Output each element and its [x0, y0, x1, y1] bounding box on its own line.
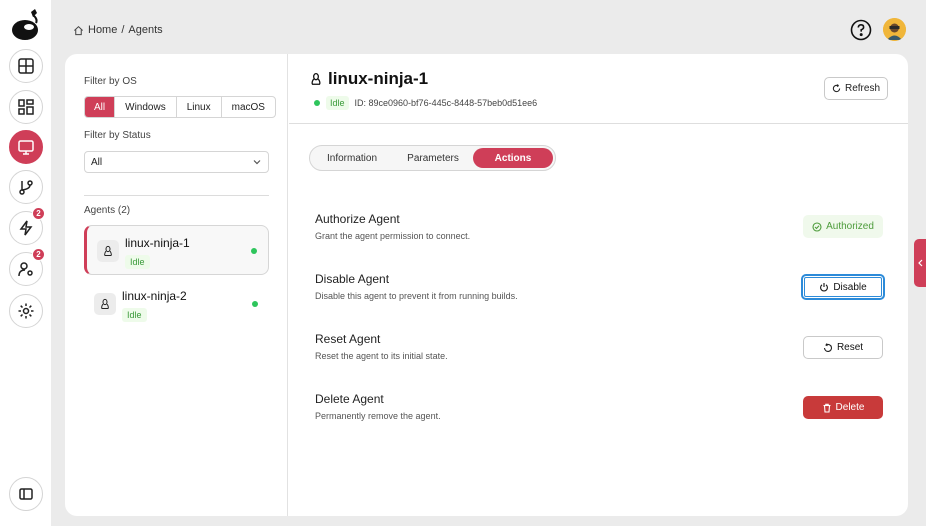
status-filter-value: All [91, 156, 103, 168]
breadcrumb-home[interactable]: Home [88, 24, 117, 36]
grid-button[interactable] [9, 90, 43, 124]
agent-status-badge: Idle [122, 308, 147, 322]
users-button[interactable]: 2 [9, 248, 45, 286]
check-circle-icon [812, 221, 822, 232]
online-dot [314, 100, 320, 106]
linux-agent-icon-box [94, 293, 116, 315]
authorize-agent-desc: Grant the agent permission to connect. [315, 231, 471, 241]
sidebar-rail: 2 2 [0, 0, 51, 526]
disable-agent-title: Disable Agent [315, 272, 390, 286]
home-icon[interactable] [73, 25, 84, 36]
reset-label: Reset [836, 342, 864, 353]
delete-label: Delete [835, 402, 865, 413]
os-filter-segmented: All Windows Linux macOS [84, 96, 276, 118]
side-panel-toggle[interactable] [914, 239, 926, 287]
refresh-label: Refresh [844, 83, 880, 94]
os-filter-macos[interactable]: macOS [222, 97, 275, 117]
reset-agent-desc: Reset the agent to its initial state. [315, 351, 448, 361]
agent-name: linux-ninja-1 [125, 236, 190, 250]
linux-icon [101, 298, 109, 309]
authorized-label: Authorized [826, 221, 874, 232]
divider [84, 195, 269, 196]
status-filter-select[interactable]: All [84, 151, 269, 173]
authorize-agent-title: Authorize Agent [315, 212, 400, 226]
agent-status-row: Idle ID: 89ce0960-bf76-445c-8448-57beb0d… [314, 96, 537, 110]
refresh-button[interactable]: Refresh [824, 77, 888, 100]
online-dot [252, 301, 258, 307]
trash-icon [823, 403, 831, 413]
user-settings-icon [18, 262, 33, 277]
os-filter-linux[interactable]: Linux [177, 97, 222, 117]
git-branch-icon [19, 180, 33, 195]
breadcrumb-separator: / [121, 24, 125, 36]
delete-agent-desc: Permanently remove the agent. [315, 411, 441, 421]
help-icon[interactable] [850, 19, 872, 41]
reset-agent-title: Reset Agent [315, 332, 381, 346]
monitor-icon [18, 140, 34, 155]
collapse-sidebar-button[interactable] [9, 477, 43, 511]
chevron-left-icon [917, 259, 922, 267]
agent-list-item[interactable]: linux-ninja-1 Idle [84, 225, 269, 275]
status-badge: Idle [326, 96, 349, 110]
header-divider [289, 123, 908, 124]
refresh-icon [823, 342, 832, 352]
dashboard-button[interactable] [9, 49, 43, 83]
refresh-icon [832, 84, 841, 93]
settings-button[interactable] [9, 294, 43, 328]
status-filter-label: Filter by Status [84, 130, 151, 141]
agent-name: linux-ninja-2 [122, 289, 187, 303]
authorized-badge: Authorized [803, 215, 883, 238]
tab-actions[interactable]: Actions [473, 148, 553, 168]
linux-icon [104, 245, 112, 256]
layout-icon [18, 58, 34, 74]
agents-card: Filter by OS All Windows Linux macOS Fil… [65, 54, 908, 516]
agents-heading: Agents (2) [84, 205, 131, 216]
disable-agent-desc: Disable this agent to prevent it from ru… [315, 291, 518, 301]
agent-list-item[interactable]: linux-ninja-2 Idle [84, 279, 269, 329]
tab-parameters[interactable]: Parameters [394, 148, 472, 168]
os-filter-all[interactable]: All [85, 97, 116, 117]
linux-agent-icon-box [97, 240, 119, 262]
agents-list-panel: Filter by OS All Windows Linux macOS Fil… [65, 54, 288, 516]
agent-title-row: linux-ninja-1 [309, 69, 428, 89]
avatar-image [883, 18, 906, 41]
agent-title: linux-ninja-1 [328, 69, 429, 88]
linux-icon [311, 72, 321, 85]
breadcrumb-current: Agents [128, 24, 163, 36]
sidebar-toggle-icon [19, 488, 33, 500]
app-logo[interactable] [11, 9, 41, 41]
builds-button[interactable]: 2 [9, 207, 45, 245]
agent-detail-panel: linux-ninja-1 Idle ID: 89ce0960-bf76-445… [289, 54, 908, 516]
gear-icon [18, 303, 34, 319]
lightning-icon [19, 220, 33, 236]
builds-badge: 2 [32, 207, 45, 220]
os-filter-windows[interactable]: Windows [115, 97, 177, 117]
grid-icon [18, 99, 34, 115]
disable-button[interactable]: Disable [801, 274, 885, 300]
users-badge: 2 [32, 248, 45, 261]
online-dot [251, 248, 257, 254]
delete-agent-title: Delete Agent [315, 392, 384, 406]
agent-id: ID: 89ce0960-bf76-445c-8448-57beb0d51ee6 [354, 98, 538, 108]
reset-button[interactable]: Reset [803, 336, 883, 359]
agent-status-badge: Idle [125, 255, 150, 269]
detail-tabs: Information Parameters Actions [309, 145, 556, 171]
power-icon [820, 283, 829, 292]
delete-button[interactable]: Delete [803, 396, 883, 419]
agents-button[interactable] [9, 130, 43, 164]
disable-label: Disable [833, 281, 867, 293]
branches-button[interactable] [9, 170, 43, 204]
chevron-down-icon [253, 160, 261, 165]
os-filter-label: Filter by OS [84, 76, 137, 87]
breadcrumb: Home / Agents [73, 24, 163, 36]
avatar[interactable] [883, 18, 906, 41]
tab-information[interactable]: Information [314, 148, 390, 168]
